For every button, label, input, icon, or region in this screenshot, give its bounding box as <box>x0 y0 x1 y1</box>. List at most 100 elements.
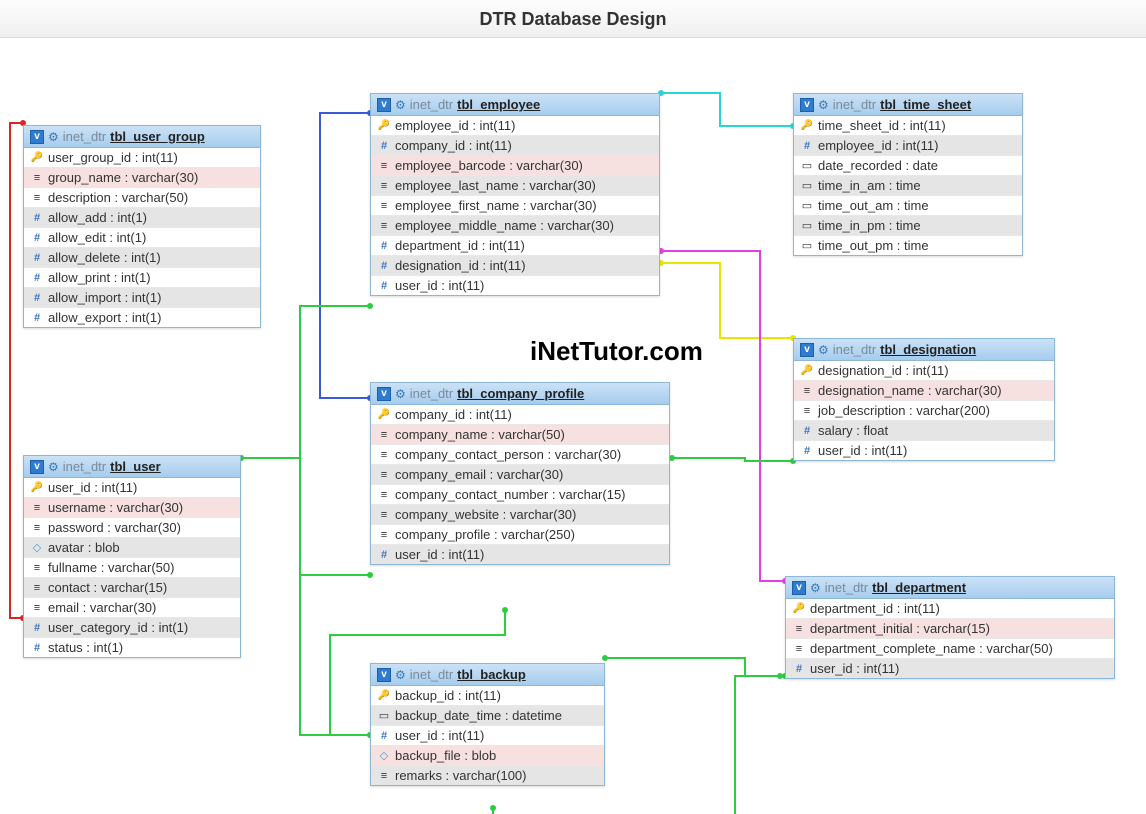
column-label: department_initial : varchar(15) <box>810 621 990 636</box>
column-row[interactable]: 🔑company_id : int(11) <box>371 405 669 425</box>
column-row[interactable]: #allow_import : int(1) <box>24 288 260 308</box>
column-row[interactable]: ◇backup_file : blob <box>371 746 604 766</box>
table-name: tbl_user <box>110 459 161 474</box>
column-label: salary : float <box>818 423 888 438</box>
column-row[interactable]: ▭date_recorded : date <box>794 156 1022 176</box>
column-row[interactable]: #user_id : int(11) <box>786 659 1114 678</box>
column-row[interactable]: ≡password : varchar(30) <box>24 518 240 538</box>
column-label: remarks : varchar(100) <box>395 768 526 783</box>
column-row[interactable]: ≡company_contact_number : varchar(15) <box>371 485 669 505</box>
gear-icon[interactable]: ⚙ <box>395 98 406 112</box>
column-label: avatar : blob <box>48 540 120 555</box>
table-header[interactable]: v⚙inet_dtr tbl_backup <box>371 664 604 686</box>
column-row[interactable]: ≡company_profile : varchar(250) <box>371 525 669 545</box>
column-label: backup_file : blob <box>395 748 496 763</box>
gear-icon[interactable]: ⚙ <box>395 668 406 682</box>
table-header[interactable]: v⚙inet_dtr tbl_department <box>786 577 1114 599</box>
gear-icon[interactable]: ⚙ <box>395 387 406 401</box>
text-icon: ≡ <box>30 502 44 514</box>
erd-table-tbl_employee[interactable]: v⚙inet_dtr tbl_employee🔑employee_id : in… <box>370 93 660 296</box>
column-row[interactable]: ≡username : varchar(30) <box>24 498 240 518</box>
column-row[interactable]: ▭time_in_am : time <box>794 176 1022 196</box>
erd-table-tbl_department[interactable]: v⚙inet_dtr tbl_department🔑department_id … <box>785 576 1115 679</box>
erd-table-tbl_user[interactable]: v⚙inet_dtr tbl_user🔑user_id : int(11)≡us… <box>23 455 241 658</box>
table-header[interactable]: v⚙inet_dtr tbl_user <box>24 456 240 478</box>
column-row[interactable]: #employee_id : int(11) <box>794 136 1022 156</box>
column-row[interactable]: 🔑time_sheet_id : int(11) <box>794 116 1022 136</box>
db-prefix: inet_dtr <box>825 580 868 595</box>
column-row[interactable]: ▭backup_date_time : datetime <box>371 706 604 726</box>
column-row[interactable]: 🔑backup_id : int(11) <box>371 686 604 706</box>
erd-table-tbl_user_group[interactable]: v⚙inet_dtr tbl_user_group🔑user_group_id … <box>23 125 261 328</box>
column-row[interactable]: #status : int(1) <box>24 638 240 657</box>
gear-icon[interactable]: ⚙ <box>818 98 829 112</box>
db-prefix: inet_dtr <box>833 97 876 112</box>
edge-endpoint <box>490 805 496 811</box>
column-row[interactable]: ≡remarks : varchar(100) <box>371 766 604 785</box>
column-row[interactable]: #designation_id : int(11) <box>371 256 659 276</box>
column-row[interactable]: ≡department_complete_name : varchar(50) <box>786 639 1114 659</box>
column-row[interactable]: 🔑department_id : int(11) <box>786 599 1114 619</box>
column-row[interactable]: #allow_edit : int(1) <box>24 228 260 248</box>
erd-table-tbl_backup[interactable]: v⚙inet_dtr tbl_backup🔑backup_id : int(11… <box>370 663 605 786</box>
column-row[interactable]: 🔑user_id : int(11) <box>24 478 240 498</box>
column-row[interactable]: #user_category_id : int(1) <box>24 618 240 638</box>
gear-icon[interactable]: ⚙ <box>810 581 821 595</box>
column-row[interactable]: ≡job_description : varchar(200) <box>794 401 1054 421</box>
column-row[interactable]: ≡employee_first_name : varchar(30) <box>371 196 659 216</box>
column-row[interactable]: ≡company_name : varchar(50) <box>371 425 669 445</box>
erd-table-tbl_designation[interactable]: v⚙inet_dtr tbl_designation🔑designation_i… <box>793 338 1055 461</box>
text-icon: ≡ <box>800 385 814 397</box>
column-label: email : varchar(30) <box>48 600 156 615</box>
table-header[interactable]: v⚙inet_dtr tbl_employee <box>371 94 659 116</box>
column-row[interactable]: #allow_export : int(1) <box>24 308 260 327</box>
column-row[interactable]: ≡group_name : varchar(30) <box>24 168 260 188</box>
column-row[interactable]: #department_id : int(11) <box>371 236 659 256</box>
column-row[interactable]: #salary : float <box>794 421 1054 441</box>
erd-table-tbl_company_profile[interactable]: v⚙inet_dtr tbl_company_profile🔑company_i… <box>370 382 670 565</box>
column-label: status : int(1) <box>48 640 123 655</box>
db-prefix: inet_dtr <box>410 97 453 112</box>
column-row[interactable]: ≡email : varchar(30) <box>24 598 240 618</box>
table-header[interactable]: v⚙inet_dtr tbl_designation <box>794 339 1054 361</box>
column-row[interactable]: #company_id : int(11) <box>371 136 659 156</box>
column-row[interactable]: #user_id : int(11) <box>371 276 659 295</box>
table-header[interactable]: v⚙inet_dtr tbl_time_sheet <box>794 94 1022 116</box>
column-row[interactable]: ≡designation_name : varchar(30) <box>794 381 1054 401</box>
column-row[interactable]: #user_id : int(11) <box>371 545 669 564</box>
column-row[interactable]: ≡company_contact_person : varchar(30) <box>371 445 669 465</box>
column-row[interactable]: #user_id : int(11) <box>794 441 1054 460</box>
column-row[interactable]: ≡employee_last_name : varchar(30) <box>371 176 659 196</box>
column-row[interactable]: #allow_print : int(1) <box>24 268 260 288</box>
column-row[interactable]: ≡company_website : varchar(30) <box>371 505 669 525</box>
column-row[interactable]: ◇avatar : blob <box>24 538 240 558</box>
table-header[interactable]: v⚙inet_dtr tbl_company_profile <box>371 383 669 405</box>
column-label: user_id : int(11) <box>810 661 899 676</box>
column-row[interactable]: #user_id : int(11) <box>371 726 604 746</box>
column-row[interactable]: 🔑user_group_id : int(11) <box>24 148 260 168</box>
column-row[interactable]: ≡description : varchar(50) <box>24 188 260 208</box>
column-row[interactable]: ▭time_out_pm : time <box>794 236 1022 255</box>
key-icon: 🔑 <box>800 120 814 131</box>
column-row[interactable]: #allow_delete : int(1) <box>24 248 260 268</box>
erd-table-tbl_time_sheet[interactable]: v⚙inet_dtr tbl_time_sheet🔑time_sheet_id … <box>793 93 1023 256</box>
db-prefix: inet_dtr <box>410 386 453 401</box>
column-row[interactable]: #allow_add : int(1) <box>24 208 260 228</box>
column-row[interactable]: ▭time_out_am : time <box>794 196 1022 216</box>
table-header[interactable]: v⚙inet_dtr tbl_user_group <box>24 126 260 148</box>
column-row[interactable]: ≡contact : varchar(15) <box>24 578 240 598</box>
hash-icon: # <box>30 272 44 284</box>
gear-icon[interactable]: ⚙ <box>818 343 829 357</box>
column-row[interactable]: ≡department_initial : varchar(15) <box>786 619 1114 639</box>
column-row[interactable]: ▭time_in_pm : time <box>794 216 1022 236</box>
column-row[interactable]: ≡company_email : varchar(30) <box>371 465 669 485</box>
column-label: time_in_pm : time <box>818 218 921 233</box>
column-row[interactable]: ≡employee_middle_name : varchar(30) <box>371 216 659 236</box>
gear-icon[interactable]: ⚙ <box>48 130 59 144</box>
column-row[interactable]: 🔑employee_id : int(11) <box>371 116 659 136</box>
column-row[interactable]: ≡fullname : varchar(50) <box>24 558 240 578</box>
column-row[interactable]: ≡employee_barcode : varchar(30) <box>371 156 659 176</box>
key-icon: 🔑 <box>377 690 391 701</box>
column-row[interactable]: 🔑designation_id : int(11) <box>794 361 1054 381</box>
gear-icon[interactable]: ⚙ <box>48 460 59 474</box>
